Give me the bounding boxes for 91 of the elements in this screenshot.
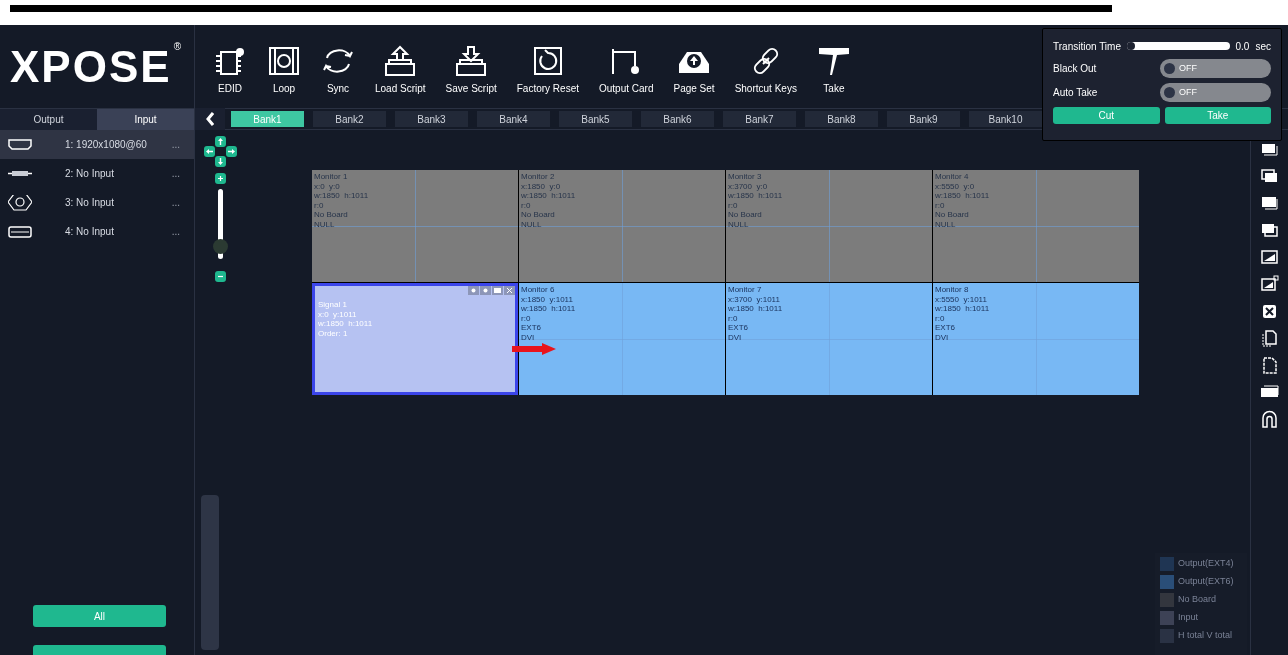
toolbar-button[interactable]: Shortcut Keys	[728, 44, 803, 94]
pan-right-button[interactable]	[225, 146, 237, 157]
more-menu[interactable]: ...	[171, 137, 180, 152]
input-label: 3: No Input	[65, 196, 115, 210]
film-icon	[267, 44, 301, 78]
toolbar-button[interactable]: EDID	[207, 44, 253, 94]
picture-icon[interactable]	[1260, 248, 1279, 266]
legend-label: Output(EXT6)	[1178, 575, 1234, 589]
bank-tab[interactable]: Bank6	[641, 111, 714, 127]
toolbar-button[interactable]: Load Script	[369, 44, 432, 94]
bank-tab[interactable]: Bank3	[395, 111, 468, 127]
monitor-info: Monitor 1 x:0 y:0 w:1850 h:1011 r:0 No Board NULL	[313, 171, 370, 229]
input-row[interactable]: 1: 1920x1080@60 ...	[0, 130, 194, 159]
logo-text: XPOSE	[10, 44, 172, 89]
toolbar-button[interactable]: Sync	[315, 44, 361, 94]
input-row[interactable]: 3: No Input ...	[0, 188, 194, 217]
maximize-icon[interactable]	[492, 286, 503, 295]
arrow-up-icon	[217, 138, 223, 145]
page-icon[interactable]	[1260, 356, 1279, 374]
magnet-icon[interactable]	[1260, 410, 1279, 428]
more-menu[interactable]: ...	[171, 224, 180, 239]
minus-icon	[217, 274, 223, 279]
input-label: 2: No Input	[65, 167, 115, 181]
toolbar-button[interactable]: Save Script	[439, 44, 503, 94]
folder-upload-icon	[383, 44, 418, 78]
picture-icon[interactable]	[1260, 275, 1279, 293]
folder-download-icon	[454, 44, 489, 78]
pan-up-button[interactable]	[214, 136, 226, 147]
pan-down-button[interactable]	[214, 156, 226, 167]
more-menu[interactable]: ...	[171, 195, 180, 210]
input-label: 4: No Input	[65, 225, 115, 239]
panel-tab[interactable]: Output	[0, 109, 97, 130]
displayport-icon	[8, 223, 32, 240]
legend-label: H total V total	[1178, 629, 1233, 643]
toolbar-button[interactable]: Output Card	[593, 44, 660, 94]
toolbar-button[interactable]: Factory Reset	[510, 44, 585, 94]
scrollbar[interactable]	[201, 495, 219, 650]
collapse-button[interactable]	[195, 108, 225, 130]
monitor-info: Monitor 4 x:5550 y:0 w:1850 h:1011 r:0 No Board NULL	[934, 171, 991, 229]
toggle-label: Auto Take	[1053, 86, 1099, 100]
panel-tab[interactable]: Input	[97, 109, 194, 130]
plus-icon	[217, 176, 223, 181]
zoom-out-button[interactable]	[214, 271, 226, 282]
lock-icon[interactable]	[468, 286, 479, 295]
bank-tab[interactable]: Bank7	[723, 111, 796, 127]
input-label: 1: 1920x1080@60	[65, 138, 148, 152]
arrow-left-icon	[205, 149, 213, 154]
input-row[interactable]: 2: No Input ...	[0, 159, 194, 188]
transition-unit: sec	[1255, 39, 1271, 54]
hdmi-port-icon	[8, 136, 32, 153]
pan-left-button[interactable]	[203, 146, 215, 157]
slider-thumb[interactable]	[212, 238, 228, 254]
monitor-info: Monitor 2 x:1850 y:0 w:1850 h:1011 r:0 No Board NULL	[520, 171, 577, 229]
legend-label: No Board	[1178, 593, 1217, 607]
bank-tab[interactable]: Bank10	[969, 111, 1042, 127]
monitor-info: Monitor 8 x:5550 y:1011 w:1850 h:1011 r:0 EXT6 DVI	[934, 284, 991, 342]
toggle-switch[interactable]: OFF	[1160, 59, 1271, 78]
transition-slider[interactable]	[1127, 42, 1230, 50]
bank-tab[interactable]: Bank9	[887, 111, 960, 127]
fit-icon[interactable]	[480, 286, 491, 295]
close-icon[interactable]	[1260, 302, 1279, 320]
bank-tab[interactable]: Bank5	[559, 111, 632, 127]
layers-icon[interactable]	[1260, 167, 1279, 185]
registered-mark: ®	[173, 40, 181, 54]
legend-label: Input	[1178, 611, 1199, 625]
layers-icon[interactable]	[1260, 221, 1279, 239]
chevron-left-icon	[206, 112, 214, 126]
transition-value: 0.0	[1235, 39, 1250, 54]
monitor-info: Monitor 7 x:3700 y:1011 w:1850 h:1011 r:0 EXT6 DVI	[727, 284, 784, 342]
bank-tab[interactable]: Bank8	[805, 111, 878, 127]
arrow-down-icon	[217, 158, 223, 165]
slider-thumb[interactable]	[1127, 42, 1135, 50]
toolbar-button[interactable]: Take	[810, 44, 857, 94]
toolbar-button[interactable]: Loop	[261, 44, 307, 94]
bank-tab[interactable]: Bank2	[313, 111, 386, 127]
copy-icon[interactable]	[1260, 329, 1279, 347]
monitor-info: Monitor 6 x:1850 y:1011 w:1850 h:1011 r:0 EXT6 DVI	[520, 284, 577, 342]
toggle-switch[interactable]: OFF	[1160, 83, 1271, 102]
bnc-port-icon	[8, 194, 32, 211]
toolbar-button[interactable]: Page Set	[667, 44, 721, 94]
more-menu[interactable]: ...	[171, 166, 180, 181]
arrow-marker	[512, 343, 556, 355]
bank-tab[interactable]: Bank4	[477, 111, 550, 127]
toggle-label: Black Out	[1053, 62, 1098, 76]
transition-label: Transition Time	[1053, 39, 1121, 54]
monitor-info: Monitor 3 x:3700 y:0 w:1850 h:1011 r:0 No Board NULL	[727, 171, 784, 229]
legend-label: Output(EXT4)	[1178, 557, 1234, 571]
window-icon[interactable]	[1260, 194, 1279, 212]
arrow-right-icon	[227, 149, 235, 154]
input-row[interactable]: 4: No Input ...	[0, 217, 194, 246]
zoom-in-button[interactable]	[214, 173, 226, 184]
